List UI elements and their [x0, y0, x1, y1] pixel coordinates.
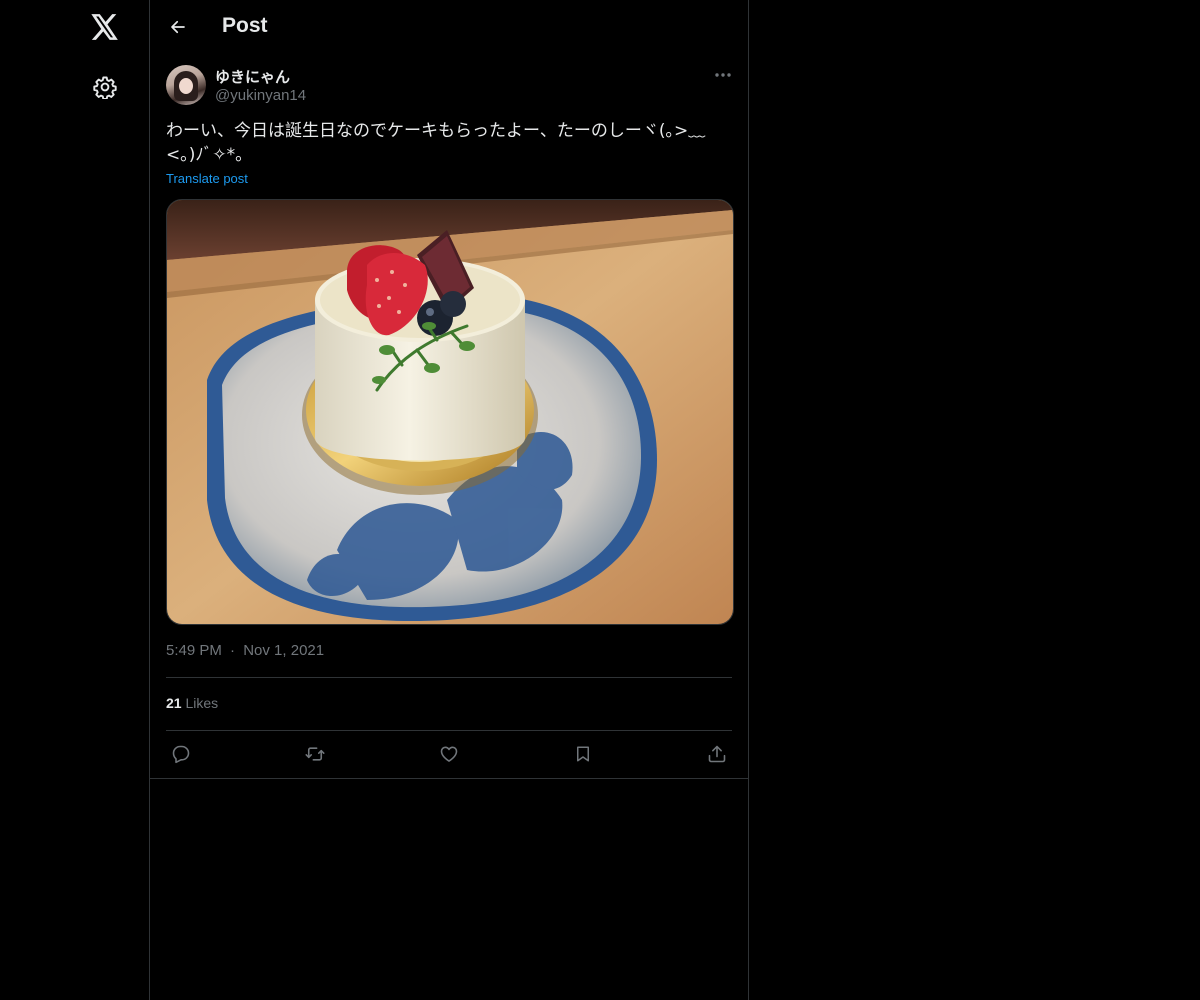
reply-button[interactable] [167, 741, 195, 767]
divider [150, 778, 748, 779]
author-display-name[interactable]: ゆきにゃん [215, 66, 290, 87]
bookmark-icon [577, 746, 589, 762]
post-timestamp: 5:49 PM · Nov 1, 2021 [166, 642, 324, 659]
post-text: わーい、今日は誕生日なのでケーキもらったよー、たーのしーヾ(｡>﹏<｡)ﾉﾞ✧*… [166, 121, 706, 165]
post-time[interactable]: 5:49 PM [166, 642, 222, 659]
page-title: Post [222, 14, 268, 37]
main-column: Post ゆきにゃん @yukinyan14 わーい、今日は誕生日なのでケーキも… [149, 0, 749, 1000]
like-button[interactable] [435, 741, 463, 767]
repost-icon [305, 747, 325, 761]
more-options-button[interactable] [710, 64, 736, 86]
divider [166, 677, 732, 678]
gear-icon[interactable] [89, 71, 121, 103]
repost-button[interactable] [301, 741, 329, 767]
likes-label: Likes [185, 695, 219, 711]
top-bar: Post [150, 0, 748, 54]
post-date[interactable]: Nov 1, 2021 [243, 642, 324, 659]
cake-photo [167, 200, 733, 624]
timestamp-separator: · [230, 642, 236, 659]
arrow-left-icon [171, 20, 185, 34]
likes-count-link[interactable]: 21 Likes [166, 695, 218, 711]
reply-icon [172, 745, 190, 764]
share-icon [708, 745, 726, 763]
post-image[interactable] [166, 199, 734, 625]
bookmark-button[interactable] [569, 741, 597, 767]
more-icon [715, 73, 731, 77]
avatar[interactable] [166, 65, 206, 105]
author-handle[interactable]: @yukinyan14 [215, 87, 306, 104]
x-logo-icon[interactable] [89, 10, 121, 44]
share-button[interactable] [703, 741, 731, 767]
likes-count: 21 [166, 695, 182, 711]
left-navigation [0, 0, 149, 1000]
divider [166, 730, 732, 731]
back-button[interactable] [162, 11, 194, 43]
translate-post-link[interactable]: Translate post [166, 171, 248, 186]
heart-icon [440, 746, 458, 762]
